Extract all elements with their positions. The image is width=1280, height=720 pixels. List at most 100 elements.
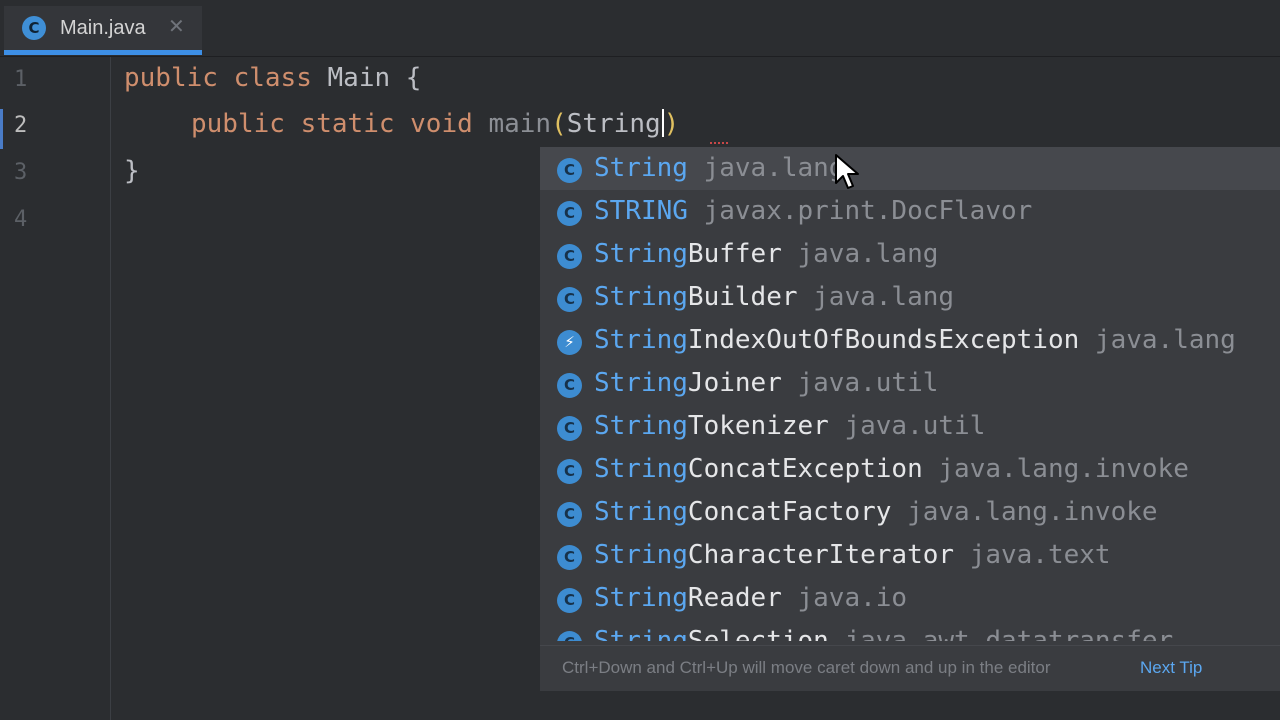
editor-tab-bar: C Main.java ✕ xyxy=(0,0,1280,57)
class-name: Main xyxy=(327,63,391,93)
typed-text: String xyxy=(566,109,661,139)
package-name: java.lang xyxy=(813,282,955,312)
completion-item[interactable]: C StringSelection java.awt.datatransfer xyxy=(540,620,1280,641)
class-icon: C xyxy=(557,631,582,641)
line-number: 4 xyxy=(14,207,28,232)
class-name-suffix: Buffer xyxy=(687,239,782,269)
code-line-3[interactable]: } xyxy=(124,156,140,186)
exception-class-icon: ⚡ xyxy=(557,330,582,355)
class-name-suffix: Tokenizer xyxy=(687,411,829,441)
keyword: public xyxy=(191,109,285,139)
completion-item-text: StringBuilder java.lang xyxy=(594,282,954,312)
line-number: 2 xyxy=(14,113,28,138)
mouse-pointer-icon xyxy=(835,154,859,189)
matched-prefix: STRING xyxy=(594,196,688,226)
completion-item-text: StringSelection java.awt.datatransfer xyxy=(594,626,1173,641)
package-name: java.lang xyxy=(703,153,845,183)
completion-item-text: STRING javax.print.DocFlavor xyxy=(594,196,1032,226)
matched-prefix: String xyxy=(594,153,688,183)
hint-text: Ctrl+Down and Ctrl+Up will move caret do… xyxy=(562,658,1051,677)
package-name: javax.print.DocFlavor xyxy=(703,196,1033,226)
class-name-suffix: Joiner xyxy=(687,368,782,398)
completion-item-text: StringTokenizer java.util xyxy=(594,411,985,441)
code-completion-popup[interactable]: C String java.lang C STRING javax.print.Doc… xyxy=(540,147,1280,691)
method-name: main xyxy=(488,109,552,139)
tab-title[interactable]: Main.java xyxy=(60,17,146,40)
open-paren: ( xyxy=(551,109,567,139)
class-icon: C xyxy=(557,158,582,183)
matched-prefix: String xyxy=(594,368,688,398)
close-paren: ) xyxy=(663,109,680,139)
next-tip-link[interactable]: Next Tip xyxy=(1140,658,1202,678)
completion-item-text: StringBuffer java.lang xyxy=(594,239,938,269)
completion-item-text: StringIndexOutOfBoundsException java.lan… xyxy=(594,325,1236,355)
package-name: java.util xyxy=(797,368,939,398)
class-name-suffix: ConcatFactory xyxy=(687,497,892,527)
matched-prefix: String xyxy=(594,497,688,527)
completion-item[interactable]: C StringConcatFactory java.lang.invoke xyxy=(540,491,1280,534)
completion-item[interactable]: C StringReader java.io xyxy=(540,577,1280,620)
current-line-marker xyxy=(0,109,3,149)
keyword: public xyxy=(124,63,218,93)
keyword: void xyxy=(410,109,473,139)
keyword: class xyxy=(233,63,312,93)
class-icon: C xyxy=(557,201,582,226)
open-brace: { xyxy=(405,63,422,93)
matched-prefix: String xyxy=(594,454,688,484)
class-icon: C xyxy=(557,244,582,269)
matched-prefix: String xyxy=(594,325,688,355)
class-icon: C xyxy=(557,502,582,527)
package-name: java.lang.invoke xyxy=(907,497,1158,527)
class-icon: C xyxy=(557,287,582,312)
matched-prefix: String xyxy=(594,411,688,441)
completion-item-text: StringConcatFactory java.lang.invoke xyxy=(594,497,1158,527)
matched-prefix: String xyxy=(594,239,688,269)
java-class-file-icon: C xyxy=(22,16,46,40)
class-icon: C xyxy=(557,459,582,484)
completion-hint-bar: Ctrl+Down and Ctrl+Up will move caret do… xyxy=(540,645,1280,691)
completion-item-text: StringReader java.io xyxy=(594,583,907,613)
class-icon: C xyxy=(557,416,582,441)
class-icon: C xyxy=(557,588,582,613)
class-name-suffix: CharacterIterator xyxy=(687,540,955,570)
completion-item-text: StringJoiner java.util xyxy=(594,368,938,398)
package-name: java.io xyxy=(797,583,908,613)
completion-item[interactable]: C StringConcatException java.lang.invoke xyxy=(540,448,1280,491)
package-name: java.lang xyxy=(797,239,939,269)
keyword: static xyxy=(300,109,395,139)
class-name-suffix: Builder xyxy=(687,282,798,312)
completion-item[interactable]: C StringTokenizer java.util xyxy=(540,405,1280,448)
package-name: java.awt.datatransfer xyxy=(844,626,1174,641)
line-number-gutter: 1 2 3 4 xyxy=(0,57,111,720)
class-name-suffix: ConcatException xyxy=(687,454,923,484)
code-line-2[interactable]: public static void main(String) xyxy=(191,109,679,139)
class-name-suffix: Selection xyxy=(687,626,829,641)
matched-prefix: String xyxy=(594,583,688,613)
completion-item-text: String java.lang xyxy=(594,153,844,183)
completion-item[interactable]: C STRING javax.print.DocFlavor xyxy=(540,190,1280,233)
class-name-suffix: Reader xyxy=(687,583,782,613)
completion-item-text: StringCharacterIterator java.text xyxy=(594,540,1111,570)
completion-item[interactable]: C String java.lang xyxy=(540,147,1280,190)
class-icon: C xyxy=(557,545,582,570)
matched-prefix: String xyxy=(594,540,688,570)
package-name: java.lang xyxy=(1094,325,1236,355)
package-name: java.lang.invoke xyxy=(938,454,1189,484)
close-tab-icon[interactable]: ✕ xyxy=(168,14,185,38)
completion-item[interactable]: ⚡ StringIndexOutOfBoundsException java.la… xyxy=(540,319,1280,362)
completion-item-text: StringConcatException java.lang.invoke xyxy=(594,454,1189,484)
line-number: 3 xyxy=(14,160,28,185)
package-name: java.util xyxy=(844,411,986,441)
completion-item[interactable]: C StringBuilder java.lang xyxy=(540,276,1280,319)
error-underline xyxy=(710,139,728,144)
completion-list[interactable]: C String java.lang C STRING javax.print.Doc… xyxy=(540,147,1280,641)
package-name: java.text xyxy=(969,540,1111,570)
class-name-suffix: IndexOutOfBoundsException xyxy=(687,325,1080,355)
class-icon: C xyxy=(557,373,582,398)
code-line-1[interactable]: public class Main { xyxy=(124,63,421,93)
completion-item[interactable]: C StringCharacterIterator java.text xyxy=(540,534,1280,577)
completion-item[interactable]: C StringBuffer java.lang xyxy=(540,233,1280,276)
matched-prefix: String xyxy=(594,282,688,312)
completion-item[interactable]: C StringJoiner java.util xyxy=(540,362,1280,405)
matched-prefix: String xyxy=(594,626,688,641)
